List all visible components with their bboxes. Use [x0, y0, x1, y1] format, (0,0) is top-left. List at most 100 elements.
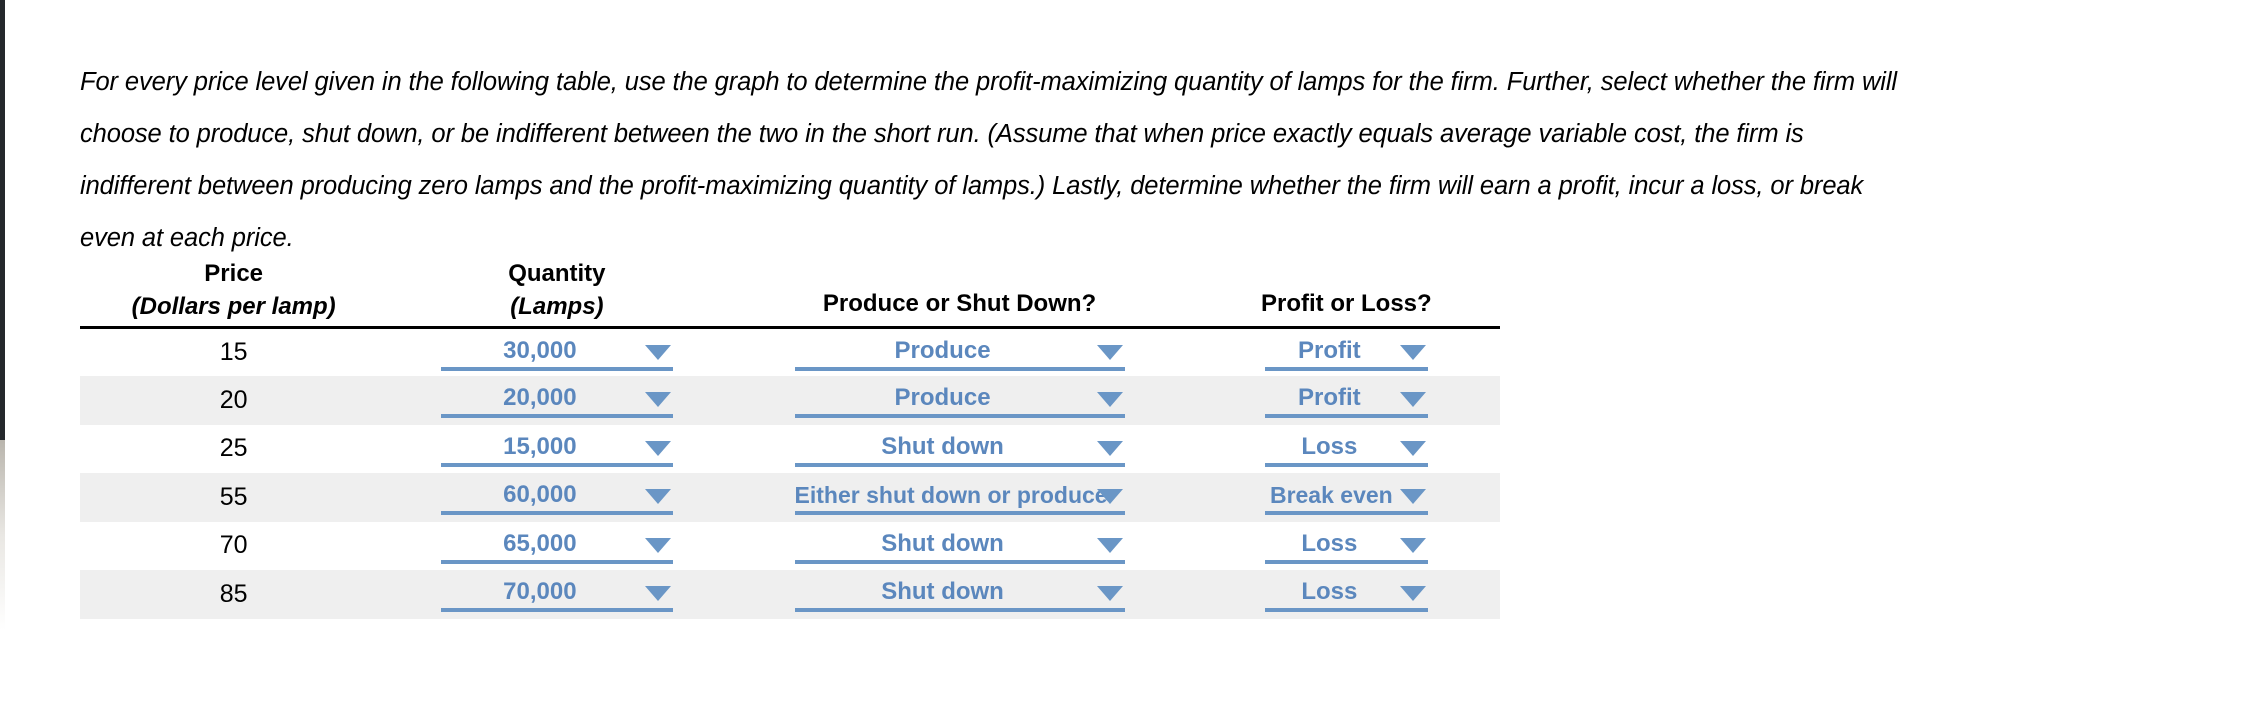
- chevron-down-icon[interactable]: [644, 344, 671, 360]
- chevron-down-icon[interactable]: [1096, 440, 1123, 456]
- quantity-dropdown-label: 20,000: [503, 384, 577, 412]
- decision-dropdown-label: Produce: [894, 336, 991, 364]
- quantity-dropdown-label: 15,000: [503, 432, 577, 460]
- result-cell: Loss: [1193, 425, 1500, 474]
- quantity-cell: 70,000: [387, 570, 726, 619]
- decision-dropdown-label: Shut down: [881, 432, 1004, 460]
- chevron-down-icon[interactable]: [1096, 586, 1123, 602]
- chevron-down-icon[interactable]: [1399, 440, 1426, 456]
- result-cell: Profit: [1193, 376, 1500, 425]
- chevron-down-icon[interactable]: [1399, 586, 1426, 602]
- table-row: 85 70,000 Shut down Loss: [80, 570, 1500, 619]
- column-header-price-title: Price: [204, 260, 264, 287]
- result-cell: Profit: [1193, 328, 1500, 377]
- decision-cell: Shut down: [726, 425, 1192, 474]
- decision-dropdown[interactable]: Produce: [794, 382, 1125, 419]
- decision-dropdown[interactable]: Shut down: [794, 576, 1125, 613]
- quantity-dropdown[interactable]: 65,000: [440, 528, 673, 564]
- price-value: 85: [219, 579, 248, 608]
- quantity-cell: 60,000: [387, 473, 726, 522]
- result-dropdown[interactable]: Loss: [1264, 576, 1428, 613]
- question-prompt-text: For every price level given in the follo…: [80, 67, 1897, 252]
- price-value: 20: [219, 385, 248, 414]
- decision-cell: Produce: [726, 328, 1192, 377]
- quantity-dropdown-label: 70,000: [503, 578, 577, 606]
- quantity-dropdown[interactable]: 15,000: [440, 431, 673, 467]
- result-dropdown-label: Loss: [1301, 529, 1358, 557]
- quantity-cell: 65,000: [387, 522, 726, 571]
- price-value: 25: [219, 434, 248, 463]
- quantity-dropdown-label: 30,000: [503, 336, 577, 364]
- decision-cell: Shut down: [726, 570, 1192, 619]
- decision-dropdown[interactable]: Shut down: [794, 528, 1125, 564]
- left-edge-fade: [0, 440, 5, 630]
- quantity-dropdown-label: 65,000: [503, 529, 577, 557]
- result-dropdown[interactable]: Break even: [1264, 479, 1428, 516]
- chevron-down-icon[interactable]: [1399, 392, 1426, 408]
- column-header-decision: Produce or Shut Down?: [726, 252, 1193, 329]
- chevron-down-icon[interactable]: [644, 537, 671, 553]
- table-row: 15 30,000 Produce Profit: [80, 328, 1500, 377]
- quantity-cell: 30,000: [387, 328, 726, 377]
- decision-dropdown-label: Either shut down or produce: [794, 482, 1108, 509]
- result-dropdown[interactable]: Loss: [1264, 528, 1428, 564]
- decision-dropdown-label: Produce: [894, 384, 991, 412]
- chevron-down-icon[interactable]: [1096, 537, 1123, 553]
- price-value: 15: [219, 338, 248, 366]
- result-dropdown-label: Loss: [1301, 578, 1358, 606]
- column-header-result: Profit or Loss?: [1192, 252, 1500, 329]
- quantity-cell: 20,000: [387, 376, 726, 425]
- column-header-price: Price (Dollars per lamp): [80, 252, 388, 329]
- result-dropdown-label: Loss: [1301, 432, 1358, 460]
- chevron-down-icon[interactable]: [1399, 344, 1426, 360]
- column-header-decision-title: Produce or Shut Down?: [822, 290, 1097, 317]
- left-edge-chrome-strip: [0, 0, 5, 440]
- table-row: 20 20,000 Produce Profit: [80, 376, 1500, 425]
- chevron-down-icon[interactable]: [644, 440, 671, 456]
- quantity-dropdown[interactable]: 20,000: [440, 382, 673, 419]
- price-quantity-table: Price (Dollars per lamp) Quantity (Lamps…: [80, 252, 1500, 619]
- chevron-down-icon[interactable]: [644, 392, 671, 408]
- result-cell: Loss: [1193, 570, 1500, 619]
- chevron-down-icon[interactable]: [1096, 489, 1123, 505]
- column-header-quantity: Quantity (Lamps): [387, 252, 727, 329]
- table-body: 15 30,000 Produce Profit 20 20,000 Produce Prof…: [80, 328, 1500, 619]
- quantity-dropdown[interactable]: 70,000: [440, 576, 673, 613]
- result-dropdown[interactable]: Loss: [1264, 431, 1428, 467]
- result-dropdown-label: Profit: [1297, 336, 1361, 364]
- quantity-cell: 15,000: [387, 425, 726, 474]
- page-root: For every price level given in the follo…: [0, 0, 2250, 722]
- column-header-price-units: (Dollars per lamp): [131, 293, 336, 320]
- chevron-down-icon[interactable]: [1096, 344, 1123, 360]
- price-value: 70: [219, 531, 248, 560]
- decision-dropdown[interactable]: Either shut down or produce: [794, 479, 1125, 516]
- decision-dropdown-label: Shut down: [881, 578, 1004, 606]
- table-header: Price (Dollars per lamp) Quantity (Lamps…: [80, 252, 1500, 329]
- chevron-down-icon[interactable]: [1399, 489, 1426, 505]
- table-row: 55 60,000 Either shut down or produce Break…: [80, 473, 1500, 522]
- table-row: 25 15,000 Shut down Loss: [80, 425, 1500, 474]
- column-header-result-title: Profit or Loss?: [1261, 290, 1432, 317]
- result-dropdown[interactable]: Profit: [1264, 335, 1428, 371]
- result-dropdown-label: Break even: [1269, 482, 1393, 509]
- result-dropdown-label: Profit: [1297, 384, 1361, 412]
- quantity-dropdown[interactable]: 60,000: [440, 479, 673, 516]
- chevron-down-icon[interactable]: [1096, 392, 1123, 408]
- chevron-down-icon[interactable]: [1399, 537, 1426, 553]
- result-dropdown[interactable]: Profit: [1264, 382, 1428, 419]
- decision-cell: Either shut down or produce: [726, 473, 1192, 522]
- quantity-dropdown[interactable]: 30,000: [440, 335, 673, 371]
- result-cell: Loss: [1193, 522, 1500, 571]
- decision-cell: Produce: [726, 376, 1192, 425]
- result-cell: Break even: [1193, 473, 1500, 522]
- table-row: 70 65,000 Shut down Loss: [80, 522, 1500, 571]
- decision-dropdown[interactable]: Shut down: [794, 431, 1125, 467]
- price-value: 55: [219, 482, 248, 511]
- column-header-quantity-units: (Lamps): [510, 293, 604, 320]
- quantity-dropdown-label: 60,000: [503, 481, 577, 509]
- chevron-down-icon[interactable]: [644, 586, 671, 602]
- chevron-down-icon[interactable]: [644, 489, 671, 505]
- decision-dropdown[interactable]: Produce: [794, 335, 1125, 371]
- decision-cell: Shut down: [726, 522, 1192, 571]
- column-header-quantity-title: Quantity: [508, 260, 606, 287]
